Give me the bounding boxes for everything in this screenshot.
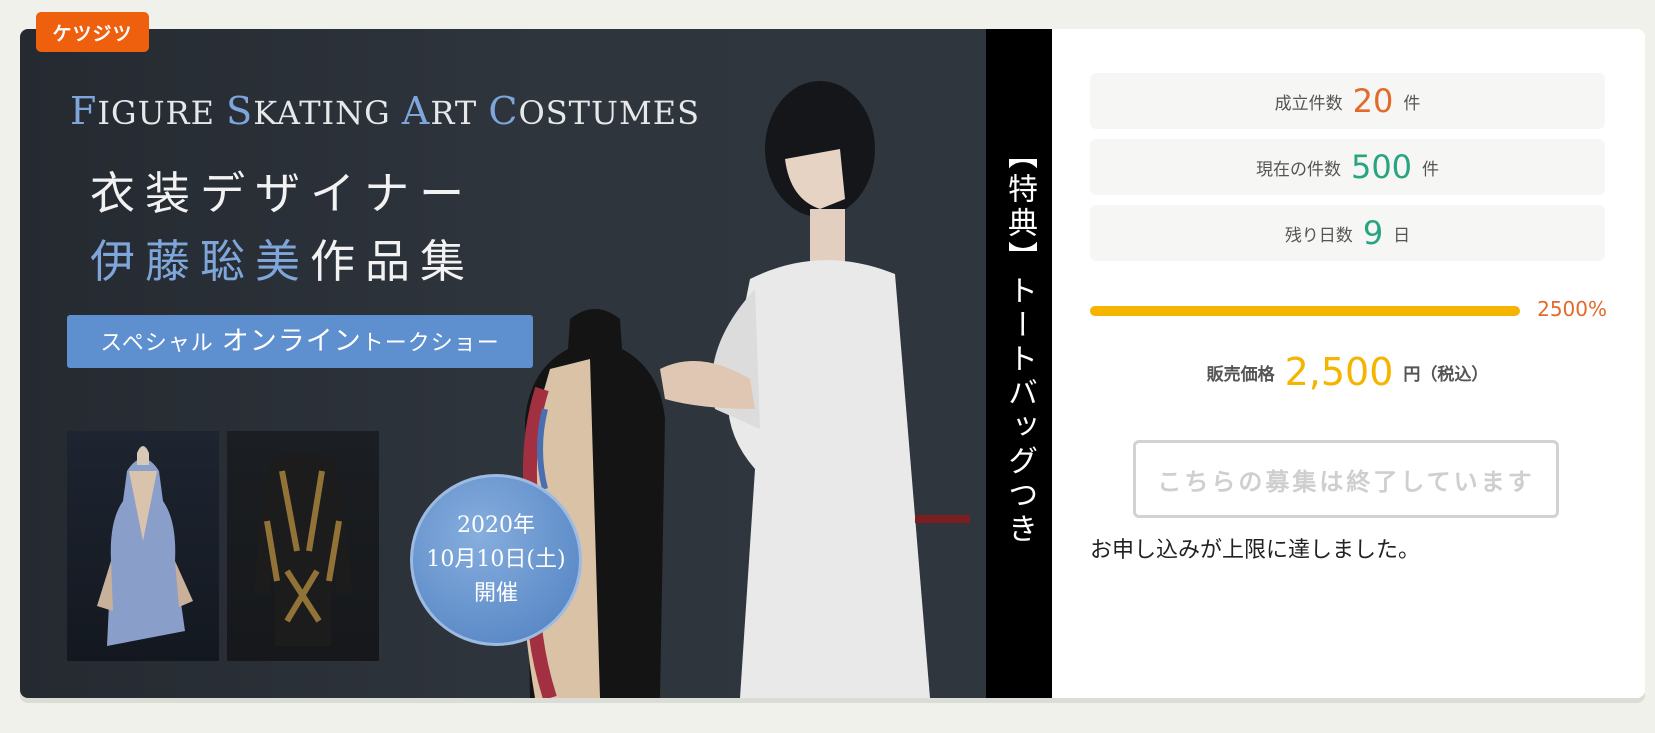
title-initial: S	[226, 89, 254, 133]
stat-established: 成立件数 20 件	[1090, 73, 1605, 129]
stat-established-value: 20	[1352, 82, 1394, 120]
works-heading: 伊藤聡美作品集	[90, 225, 475, 290]
stat-current-label: 現在の件数	[1255, 159, 1341, 180]
talk-show-prefix: スペシャル	[100, 331, 214, 356]
stat-remaining: 残り日数 9 日	[1090, 205, 1605, 261]
closed-status-button[interactable]: こちらの募集は終了しています	[1133, 440, 1559, 518]
price-value: 2,500	[1284, 350, 1394, 394]
stat-remaining-label: 残り日数	[1284, 225, 1353, 246]
stat-current: 現在の件数 500 件	[1090, 139, 1605, 195]
bonus-text: 【特典】トートバッグつき	[1002, 139, 1037, 547]
title-initial: F	[70, 89, 98, 133]
stat-current-value: 500	[1350, 148, 1413, 186]
event-date-badge: 2020年 10月10日(土) 開催	[410, 474, 582, 646]
event-day: 10月10日(土)	[426, 547, 566, 572]
stat-established-unit: 件	[1403, 93, 1421, 114]
status-badge: ケツジツ	[36, 12, 149, 52]
stat-remaining-unit: 日	[1393, 225, 1411, 246]
gold-costume-photo	[227, 431, 379, 661]
designer-heading: 衣装デザイナー	[90, 167, 475, 220]
price-label: 販売価格	[1206, 364, 1275, 385]
price-row: 販売価格 2,500 円（税込）	[1090, 347, 1605, 397]
bonus-strip: 【特典】トートバッグつき	[986, 29, 1052, 698]
title-initial: C	[488, 89, 519, 133]
event-year: 2020年	[457, 513, 535, 538]
progress-bar	[1090, 306, 1520, 316]
title-initial: A	[401, 89, 431, 133]
title-word: IGURE	[97, 94, 227, 132]
limit-reached-note: お申し込みが上限に達しました。	[1090, 538, 1421, 563]
banner-image[interactable]: FIGURE SKATING ART COSTUMES 衣装デザイナー 伊藤聡美…	[20, 29, 1052, 698]
designer-photo	[660, 81, 970, 698]
talk-show-suffix: トークショー	[361, 331, 500, 356]
price-unit: 円（税込）	[1403, 364, 1489, 385]
progress-fill	[1090, 306, 1520, 316]
stat-established-label: 成立件数	[1274, 93, 1343, 114]
title-word: KATING	[253, 94, 402, 132]
banner-title: FIGURE SKATING ART COSTUMES	[70, 89, 700, 133]
stat-remaining-value: 9	[1362, 214, 1384, 252]
blue-costume-photo	[67, 431, 219, 661]
works-label: 作品集	[310, 235, 476, 288]
talk-show-main: オンライン	[221, 326, 362, 357]
talk-show-banner: スペシャル オンライントークショー	[67, 315, 533, 368]
product-card: FIGURE SKATING ART COSTUMES 衣装デザイナー 伊藤聡美…	[20, 29, 1645, 698]
designer-name: 伊藤聡美	[90, 235, 311, 288]
stat-current-unit: 件	[1422, 159, 1440, 180]
progress-percent: 2500%	[1537, 297, 1607, 321]
title-word: RT	[430, 94, 489, 132]
event-label: 開催	[473, 581, 518, 606]
